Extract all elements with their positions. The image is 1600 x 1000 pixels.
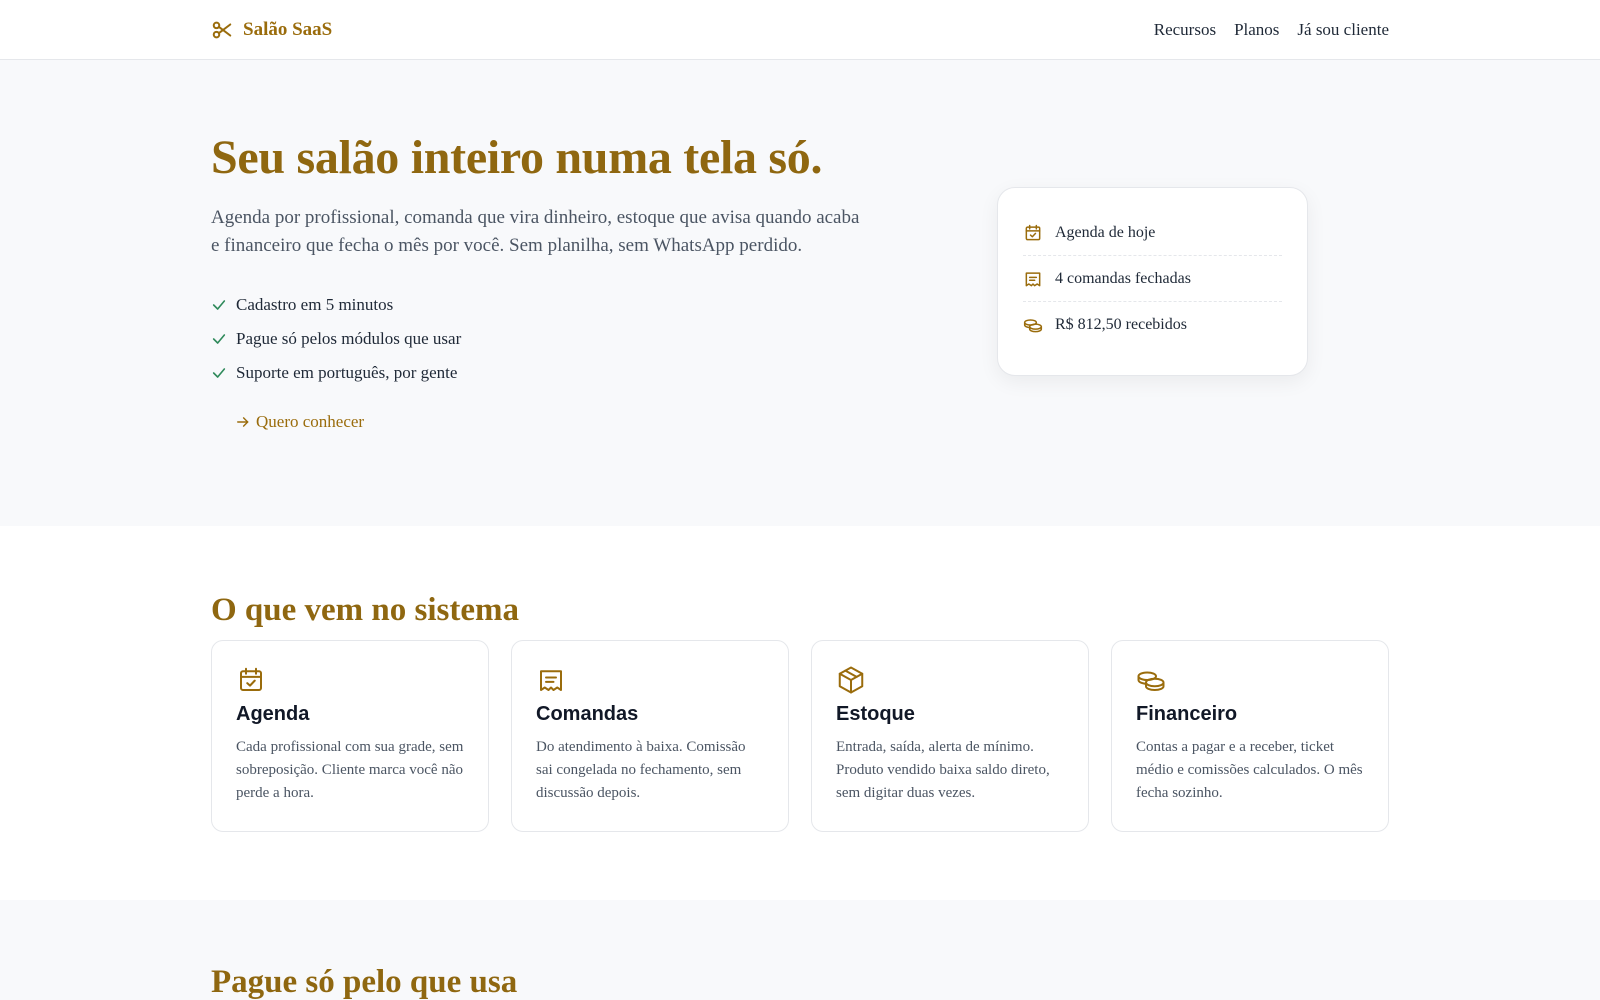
list-item: Pague só pelos módulos que usar xyxy=(211,322,461,356)
feature-card-text: Cada profissional com sua grade, sem sob… xyxy=(236,739,464,801)
list-item: Cadastro em 5 minutos xyxy=(211,288,461,322)
header-inner: Salão SaaS Recursos Planos Já sou client… xyxy=(211,0,1389,60)
arrow-right-icon xyxy=(237,417,249,427)
hero-title: Seu salão inteiro numa tela só. xyxy=(211,131,823,184)
nav-planos[interactable]: Planos xyxy=(1234,20,1279,40)
hero-section: Seu salão inteiro numa tela só. Agenda p… xyxy=(0,60,1600,526)
calendar-check-icon xyxy=(240,667,262,691)
today-row-recebidos: R$ 812,50 recebidos xyxy=(1023,302,1282,348)
feature-card-title: Financeiro xyxy=(1136,703,1238,725)
main-nav: Recursos Planos Já sou cliente xyxy=(1154,20,1389,40)
feature-card-title: Estoque xyxy=(836,703,915,725)
check-label: Cadastro em 5 minutos xyxy=(236,295,394,314)
feature-cards: Agenda Cada profissional com sua grade, … xyxy=(211,640,1389,832)
feature-card-comandas: Comandas Do atendimento à baixa. Comissã… xyxy=(511,640,789,832)
nav-recursos[interactable]: Recursos xyxy=(1154,20,1216,40)
feature-card-agenda: Agenda Cada profissional com sua grade, … xyxy=(211,640,489,832)
features-title: O que vem no sistema xyxy=(211,592,519,628)
today-row-label: 4 comandas fechadas xyxy=(1055,269,1191,287)
list-item: Suporte em português, por gente xyxy=(211,356,461,390)
receipt-icon xyxy=(540,670,562,691)
feature-card-estoque: Estoque Entrada, saída, alerta de mínimo… xyxy=(811,640,1089,832)
receipt-icon xyxy=(1025,271,1041,286)
today-row-comandas: 4 comandas fechadas xyxy=(1023,256,1282,302)
coins-icon xyxy=(1137,671,1165,692)
site-header: Salão SaaS Recursos Planos Já sou client… xyxy=(0,0,1600,60)
brand-name: Salão SaaS xyxy=(243,19,333,40)
features-inner: O que vem no sistema Agenda Cada profiss… xyxy=(211,526,1389,900)
check-icon xyxy=(212,334,226,344)
cta-quero-conhecer[interactable]: Quero conhecer xyxy=(236,412,364,432)
cta-label: Quero conhecer xyxy=(256,412,365,431)
today-row-label: Agenda de hoje xyxy=(1055,223,1156,241)
scissors-icon xyxy=(212,21,232,39)
hero-checklist: Cadastro em 5 minutos Pague só pelos mód… xyxy=(211,288,461,390)
today-summary-card: Agenda de hoje 4 comandas fechadas R$ 81… xyxy=(997,187,1308,376)
calendar-check-icon xyxy=(1025,224,1041,240)
hero-lead: Agenda por profissional, comanda que vir… xyxy=(211,207,860,256)
check-label: Suporte em português, por gente xyxy=(236,363,458,382)
today-row-label: R$ 812,50 recebidos xyxy=(1055,316,1187,333)
pricing-section: Pague só pelo que usa xyxy=(0,900,1600,1000)
feature-card-text: Contas a pagar e a receber, ticket médio… xyxy=(1136,739,1363,801)
check-icon xyxy=(212,300,226,310)
feature-card-title: Agenda xyxy=(236,703,310,725)
feature-card-text: Entrada, saída, alerta de mínimo. Produt… xyxy=(836,739,1050,801)
pricing-title: Pague só pelo que usa xyxy=(211,964,518,1000)
check-icon xyxy=(212,368,226,378)
features-section: O que vem no sistema Agenda Cada profiss… xyxy=(0,526,1600,900)
check-label: Pague só pelos módulos que usar xyxy=(236,329,462,348)
pricing-inner: Pague só pelo que usa xyxy=(211,900,1389,1000)
nav-ja-sou-cliente[interactable]: Já sou cliente xyxy=(1297,20,1389,40)
brand-logo-link[interactable]: Salão SaaS xyxy=(211,19,332,41)
feature-card-financeiro: Financeiro Contas a pagar e a receber, t… xyxy=(1111,640,1389,832)
box-icon xyxy=(838,666,864,694)
today-row-agenda: Agenda de hoje xyxy=(1023,210,1282,256)
feature-card-text: Do atendimento à baixa. Comissão sai con… xyxy=(536,739,746,801)
feature-card-title: Comandas xyxy=(536,703,639,725)
hero-inner: Seu salão inteiro numa tela só. Agenda p… xyxy=(211,60,1389,526)
coins-icon xyxy=(1023,319,1043,333)
